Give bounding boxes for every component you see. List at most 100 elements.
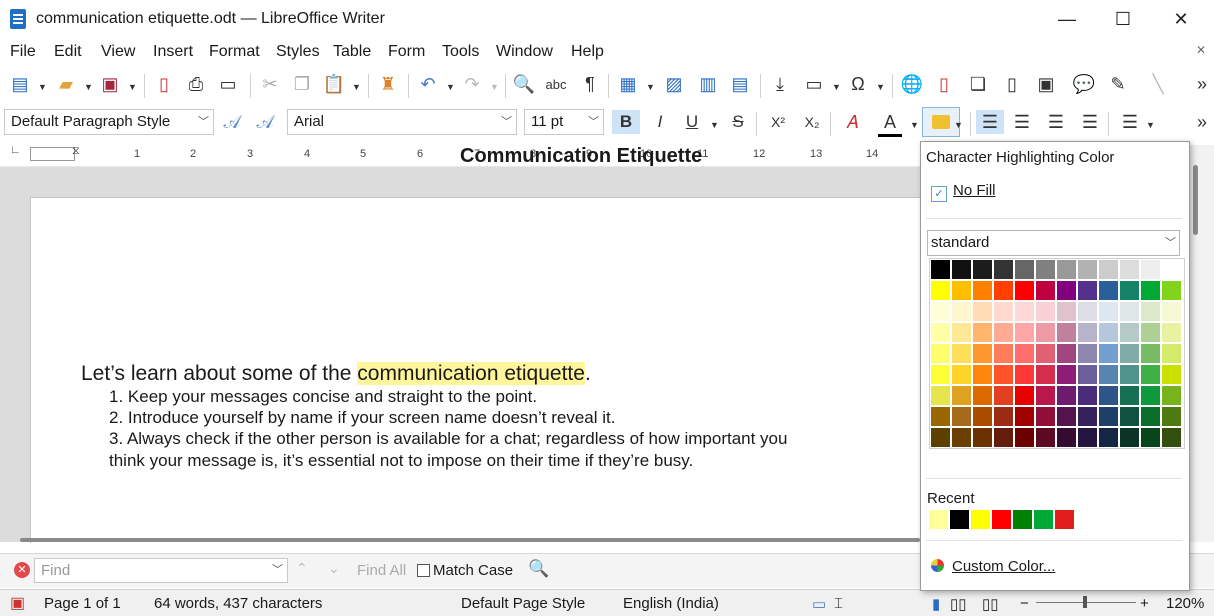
close-button[interactable]: ✕ bbox=[1158, 4, 1204, 34]
color-swatch[interactable] bbox=[1078, 281, 1097, 300]
color-swatch[interactable] bbox=[1057, 407, 1076, 426]
color-swatch[interactable] bbox=[1141, 302, 1160, 321]
find-all-button[interactable]: Find All bbox=[357, 562, 406, 579]
color-swatch[interactable] bbox=[1036, 386, 1055, 405]
print-preview-icon[interactable]: ▭ bbox=[216, 72, 240, 96]
justify-icon[interactable]: ☰ bbox=[1078, 110, 1102, 134]
color-swatch[interactable] bbox=[994, 386, 1013, 405]
color-swatch[interactable] bbox=[1078, 407, 1097, 426]
color-swatch[interactable] bbox=[1141, 260, 1160, 279]
track-changes-icon[interactable]: ✎ bbox=[1106, 72, 1130, 96]
color-swatch[interactable] bbox=[1078, 344, 1097, 363]
color-swatch[interactable] bbox=[952, 323, 971, 342]
color-swatch[interactable] bbox=[1078, 323, 1097, 342]
chevron-down-icon[interactable]: ﹀ bbox=[198, 110, 209, 134]
hyperlink-icon[interactable]: 🌐 bbox=[900, 72, 924, 96]
color-swatch[interactable] bbox=[1015, 302, 1034, 321]
color-swatch[interactable] bbox=[931, 323, 950, 342]
color-swatch[interactable] bbox=[973, 260, 992, 279]
color-swatch[interactable] bbox=[1162, 386, 1181, 405]
color-swatch[interactable] bbox=[973, 281, 992, 300]
paste-icon[interactable]: 📋 bbox=[322, 72, 346, 96]
word-count[interactable]: 64 words, 437 characters bbox=[154, 595, 322, 612]
color-swatch[interactable] bbox=[973, 407, 992, 426]
page-break-icon[interactable]: ⤓ bbox=[768, 72, 792, 96]
color-swatch[interactable] bbox=[931, 260, 950, 279]
recent-color-swatch[interactable] bbox=[929, 510, 948, 529]
save-icon[interactable]: ▣ bbox=[98, 72, 122, 96]
recent-color-swatch[interactable] bbox=[1055, 510, 1074, 529]
color-swatch[interactable] bbox=[994, 260, 1013, 279]
menu-window[interactable]: Window bbox=[496, 43, 553, 61]
more-formatting-icon[interactable]: » bbox=[1190, 110, 1214, 134]
color-swatch[interactable] bbox=[1120, 260, 1139, 279]
color-swatch[interactable] bbox=[1120, 428, 1139, 447]
special-char-dropdown-icon[interactable]: ▼ bbox=[876, 82, 885, 92]
color-swatch[interactable] bbox=[994, 323, 1013, 342]
menu-format[interactable]: Format bbox=[209, 43, 260, 61]
color-swatch[interactable] bbox=[952, 302, 971, 321]
color-swatch[interactable] bbox=[952, 407, 971, 426]
color-swatch[interactable] bbox=[994, 302, 1013, 321]
find-input[interactable]: Find ﹀ bbox=[34, 558, 288, 583]
maximize-button[interactable]: ☐ bbox=[1100, 4, 1146, 34]
color-swatch[interactable] bbox=[1036, 407, 1055, 426]
color-swatch[interactable] bbox=[1099, 323, 1118, 342]
color-swatch[interactable] bbox=[931, 302, 950, 321]
insert-table-icon[interactable]: ▦ bbox=[616, 72, 640, 96]
close-document-icon[interactable]: ✕ bbox=[1196, 43, 1206, 57]
update-style-icon[interactable]: 𝒜 bbox=[220, 110, 244, 134]
color-swatch[interactable] bbox=[931, 365, 950, 384]
language[interactable]: English (India) bbox=[623, 595, 719, 612]
page-count[interactable]: Page 1 of 1 bbox=[44, 595, 121, 612]
color-swatch[interactable] bbox=[994, 281, 1013, 300]
color-swatch[interactable] bbox=[1099, 260, 1118, 279]
color-swatch[interactable] bbox=[1120, 302, 1139, 321]
paragraph-style-box[interactable]: Default Paragraph Style ﹀ bbox=[4, 109, 214, 135]
document-modified-icon[interactable]: ▣ bbox=[10, 593, 25, 613]
recent-color-swatch[interactable] bbox=[950, 510, 969, 529]
menu-edit[interactable]: Edit bbox=[54, 43, 82, 61]
insert-field-icon[interactable]: ▭ bbox=[802, 72, 826, 96]
color-swatch[interactable] bbox=[1057, 365, 1076, 384]
align-center-icon[interactable]: ☰ bbox=[1010, 110, 1034, 134]
underline-button[interactable]: U bbox=[680, 110, 704, 134]
color-swatch[interactable] bbox=[1015, 365, 1034, 384]
color-swatch[interactable] bbox=[1120, 386, 1139, 405]
color-swatch[interactable] bbox=[1036, 365, 1055, 384]
comment-icon[interactable]: 💬 bbox=[1072, 72, 1096, 96]
clear-formatting-icon[interactable]: 𝐴 bbox=[840, 110, 864, 134]
font-color-dropdown-icon[interactable]: ▼ bbox=[910, 120, 919, 130]
print-icon[interactable]: ⎙ bbox=[184, 72, 208, 96]
recent-color-swatch[interactable] bbox=[992, 510, 1011, 529]
new-style-icon[interactable]: 𝒜 bbox=[253, 110, 277, 134]
color-swatch[interactable] bbox=[1120, 407, 1139, 426]
color-swatch[interactable] bbox=[1099, 365, 1118, 384]
bookmark-icon[interactable]: ▯ bbox=[1000, 72, 1024, 96]
color-swatch[interactable] bbox=[1162, 344, 1181, 363]
color-swatch[interactable] bbox=[1015, 323, 1034, 342]
menu-insert[interactable]: Insert bbox=[153, 43, 193, 61]
color-swatch[interactable] bbox=[931, 344, 950, 363]
color-swatch[interactable] bbox=[1036, 344, 1055, 363]
color-swatch[interactable] bbox=[973, 365, 992, 384]
color-swatch[interactable] bbox=[1120, 344, 1139, 363]
color-swatch[interactable] bbox=[1099, 407, 1118, 426]
color-swatch[interactable] bbox=[1162, 365, 1181, 384]
zoom-slider-handle[interactable] bbox=[1083, 596, 1087, 608]
color-swatch[interactable] bbox=[1141, 386, 1160, 405]
chevron-down-icon[interactable]: ﹀ bbox=[588, 110, 599, 134]
vertical-scrollbar[interactable] bbox=[1190, 145, 1214, 542]
chevron-down-icon[interactable]: ﹀ bbox=[501, 110, 512, 134]
color-swatch[interactable] bbox=[952, 428, 971, 447]
copy-icon[interactable]: ❐ bbox=[290, 72, 314, 96]
endnote-icon[interactable]: ❏ bbox=[966, 72, 990, 96]
find-replace-dialog-icon[interactable]: 🔍 bbox=[528, 559, 549, 579]
color-swatch[interactable] bbox=[931, 386, 950, 405]
chevron-down-icon[interactable]: ﹀ bbox=[272, 559, 283, 582]
color-swatch[interactable] bbox=[1015, 428, 1034, 447]
formatting-marks-icon[interactable]: ¶ bbox=[578, 72, 602, 96]
color-swatch[interactable] bbox=[973, 428, 992, 447]
undo-dropdown-icon[interactable]: ▼ bbox=[446, 82, 455, 92]
color-swatch[interactable] bbox=[1141, 344, 1160, 363]
